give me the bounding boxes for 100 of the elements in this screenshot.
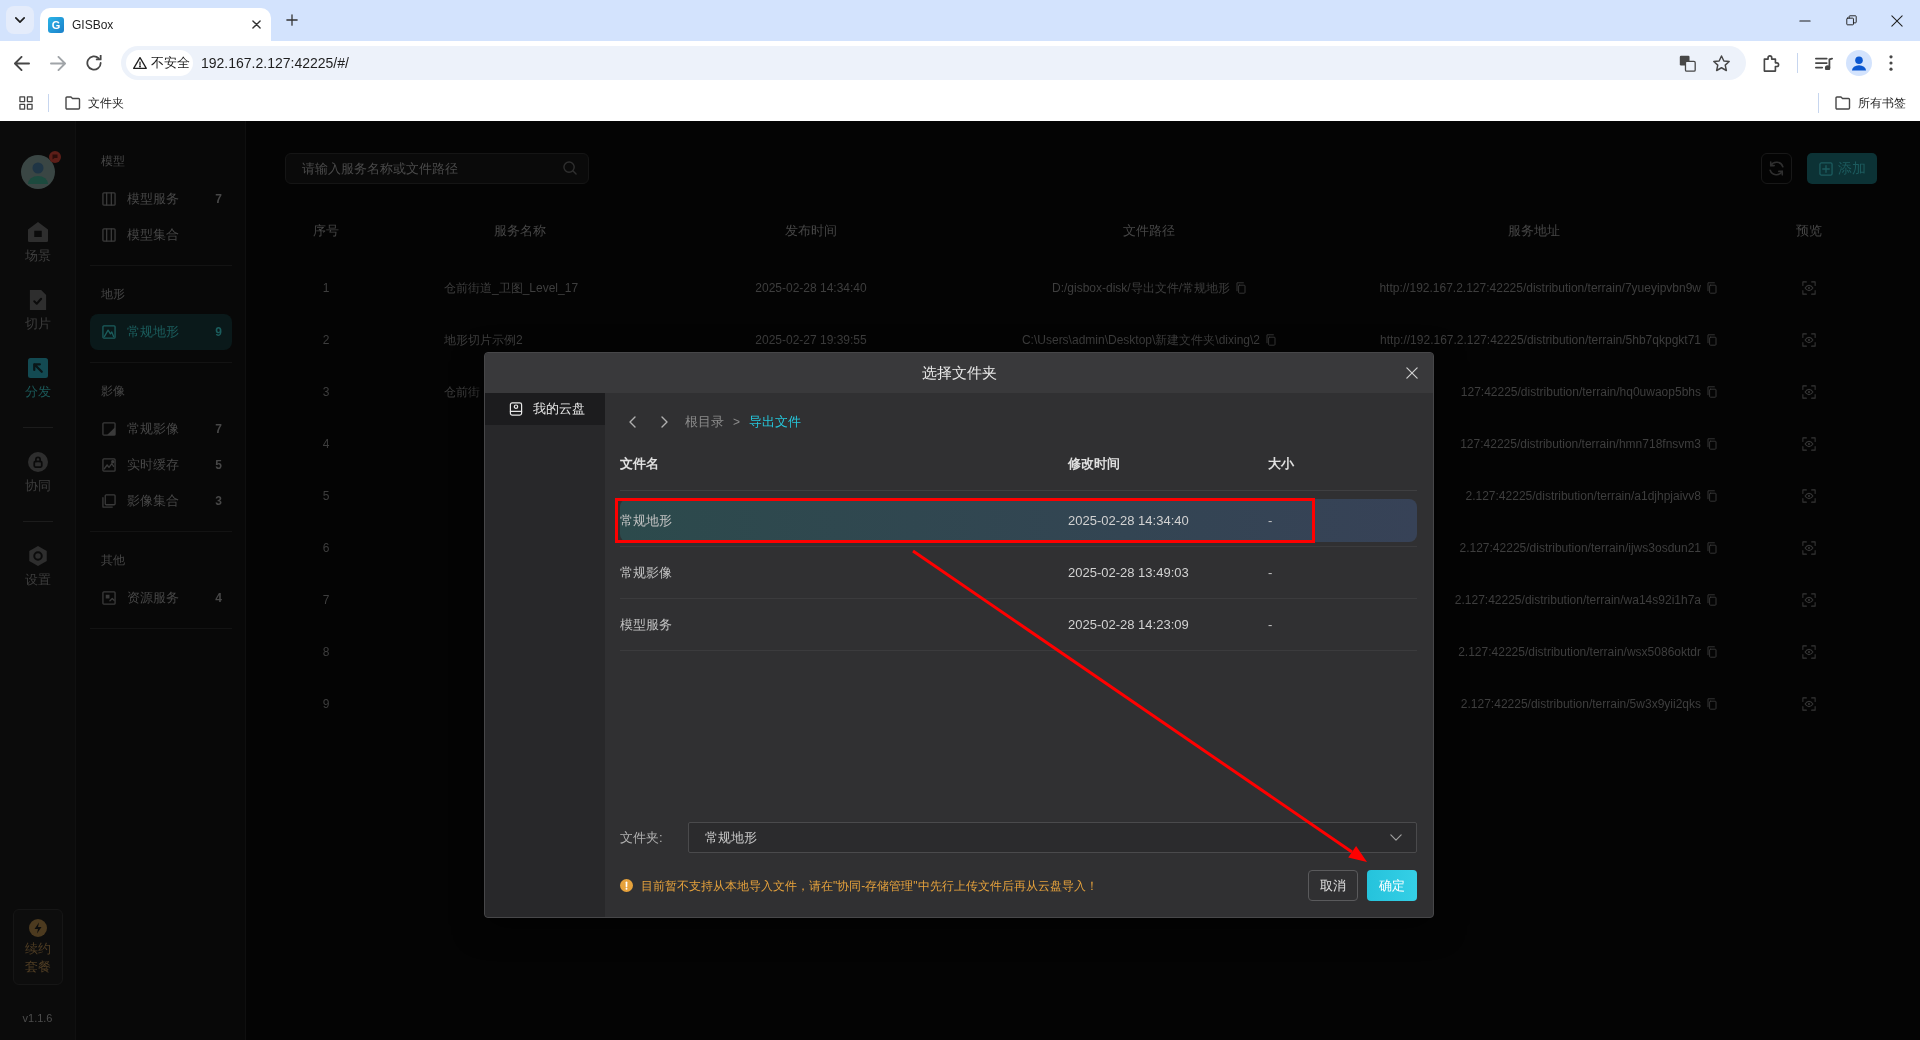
bookmark-folder[interactable]: 文件夹 [65, 94, 124, 112]
column-header: 文件名 [620, 455, 660, 473]
item-count: 3 [215, 493, 222, 510]
stacked-squares-icon [102, 494, 116, 508]
eye-frame-icon[interactable] [1802, 697, 1816, 711]
sidebar-item[interactable]: 模型集合 [90, 217, 232, 253]
copy-icon[interactable] [1707, 438, 1717, 450]
avatar-icon [20, 155, 55, 189]
corner-square-icon [102, 422, 116, 436]
copy-icon[interactable] [1707, 386, 1717, 398]
copy-icon[interactable] [1707, 594, 1717, 606]
eye-frame-icon[interactable] [1802, 281, 1816, 295]
document-check-icon [27, 290, 48, 310]
columns-icon [102, 192, 116, 206]
warning-icon [620, 879, 633, 892]
renew-plan-button[interactable]: 续约套餐 [12, 909, 63, 985]
forward-arrow-icon[interactable] [50, 55, 66, 71]
section-title: 地形 [100, 286, 126, 303]
plus-icon[interactable] [286, 14, 298, 26]
sidebar-item[interactable]: 影像集合 3 [90, 483, 232, 519]
apps-grid-icon[interactable] [19, 96, 33, 110]
row-number: 8 [322, 644, 330, 661]
eye-frame-icon[interactable] [1802, 593, 1816, 607]
refresh-button[interactable] [1761, 153, 1792, 184]
publish-time: 2025-02-27 19:39:55 [755, 332, 867, 349]
publish-time: 2025-02-28 14:34:40 [755, 280, 867, 297]
eye-frame-icon[interactable] [1802, 333, 1816, 347]
profile-icon[interactable] [1846, 50, 1872, 76]
breadcrumb-link[interactable]: 导出文件 [749, 412, 801, 432]
file-row[interactable]: 模型服务 2025-02-28 14:23:09 - [620, 603, 1417, 646]
eye-frame-icon[interactable] [1802, 645, 1816, 659]
service-url: http://192.167.2.127:42225/distribution/terrain/7yueyipvbn9w [1379, 280, 1701, 297]
sidebar-item[interactable]: 模型服务 7 [90, 181, 232, 217]
column-header: 发布时间 [784, 222, 838, 241]
source-item[interactable]: 我的云盘 [485, 393, 605, 425]
eye-frame-icon[interactable] [1802, 489, 1816, 503]
tab-list-button[interactable] [6, 6, 34, 34]
search-icon [563, 161, 577, 175]
back-arrow-icon[interactable] [14, 55, 30, 71]
section-title: 其他 [100, 552, 126, 569]
star-icon[interactable] [1713, 54, 1730, 72]
minimize-icon[interactable] [1799, 19, 1811, 22]
warning-icon [133, 57, 147, 69]
eye-frame-icon[interactable] [1802, 385, 1816, 399]
folder-select[interactable]: 常规地形 [688, 822, 1417, 853]
file-name: 常规地形 [620, 512, 672, 528]
sidebar-item[interactable]: 资源服务 4 [90, 580, 232, 616]
copy-icon[interactable] [1707, 282, 1717, 294]
address-bar[interactable]: 不安全 192.167.2.127:42225/#/ [121, 46, 1746, 80]
restore-icon[interactable] [1845, 15, 1857, 26]
cancel-button[interactable]: 取消 [1308, 870, 1358, 901]
copy-icon[interactable] [1236, 282, 1246, 294]
file-row[interactable]: 常规地形 2025-02-28 14:34:40 - [620, 499, 1417, 542]
sidebar-item[interactable]: 常规地形 9 [90, 314, 232, 350]
confirm-button[interactable]: 确定 [1367, 870, 1417, 901]
folder-icon [65, 96, 81, 110]
reload-icon[interactable] [86, 55, 102, 71]
bookmark-folder[interactable]: 所有书签 [1835, 94, 1906, 112]
close-icon[interactable] [252, 20, 261, 29]
service-url: 2.127:42225/distribution/terrain/wsx5086oktdr [1458, 644, 1701, 661]
settings-icon [27, 546, 48, 566]
item-count: 9 [215, 324, 222, 341]
row-number: 3 [322, 384, 330, 401]
copy-icon[interactable] [1707, 490, 1717, 502]
copy-icon[interactable] [1266, 334, 1277, 346]
copy-icon[interactable] [1707, 542, 1717, 554]
lightning-icon [28, 919, 47, 937]
sidebar-item[interactable]: 常规影像 7 [90, 411, 232, 447]
browser-tab[interactable]: G GISBox [40, 8, 271, 41]
message-badge-icon[interactable] [48, 151, 61, 163]
close-icon[interactable] [1891, 14, 1903, 27]
chevron-left-icon[interactable] [629, 416, 636, 428]
copy-icon[interactable] [1707, 646, 1717, 658]
service-url: http://192.167.2.127:42225/distribution/terrain/5hb7qkpgkt71 [1380, 332, 1701, 349]
image-icon [102, 458, 116, 472]
overlapping-squares-icon[interactable] [1679, 54, 1696, 72]
more-menu-icon[interactable] [1889, 55, 1893, 71]
plus-square-icon [1818, 161, 1833, 176]
security-chip[interactable]: 不安全 [126, 50, 193, 76]
modified-time: 2025-02-28 14:34:40 [1068, 512, 1189, 528]
copy-icon[interactable] [1707, 698, 1717, 710]
breadcrumb-link[interactable]: 根目录 [685, 412, 724, 432]
folder-icon [1835, 96, 1851, 110]
service-url: 127:42225/distribution/terrain/hq0uwaop5bhs [1460, 384, 1701, 401]
column-header: 文件路径 [1122, 222, 1176, 241]
file-row[interactable]: 常规影像 2025-02-28 13:49:03 - [620, 551, 1417, 594]
file-name: 模型服务 [620, 616, 672, 632]
copy-icon[interactable] [1707, 334, 1717, 346]
playlist-icon[interactable] [1815, 56, 1833, 70]
eye-frame-icon[interactable] [1802, 437, 1816, 451]
item-count: 5 [215, 457, 222, 474]
puzzle-icon[interactable] [1763, 54, 1780, 72]
eye-frame-icon[interactable] [1802, 541, 1816, 555]
service-url: 2.127:42225/distribution/terrain/ijws3osdun21 [1459, 540, 1701, 557]
item-count: 4 [215, 590, 222, 607]
service-url: 2.127:42225/distribution/terrain/5w3x9yii2qks [1460, 696, 1701, 713]
rail-item[interactable]: 分发 [7, 345, 68, 413]
picture-square-icon [102, 591, 116, 605]
sidebar-item[interactable]: 实时缓存 5 [90, 447, 232, 483]
chevron-right-icon[interactable] [661, 416, 668, 428]
